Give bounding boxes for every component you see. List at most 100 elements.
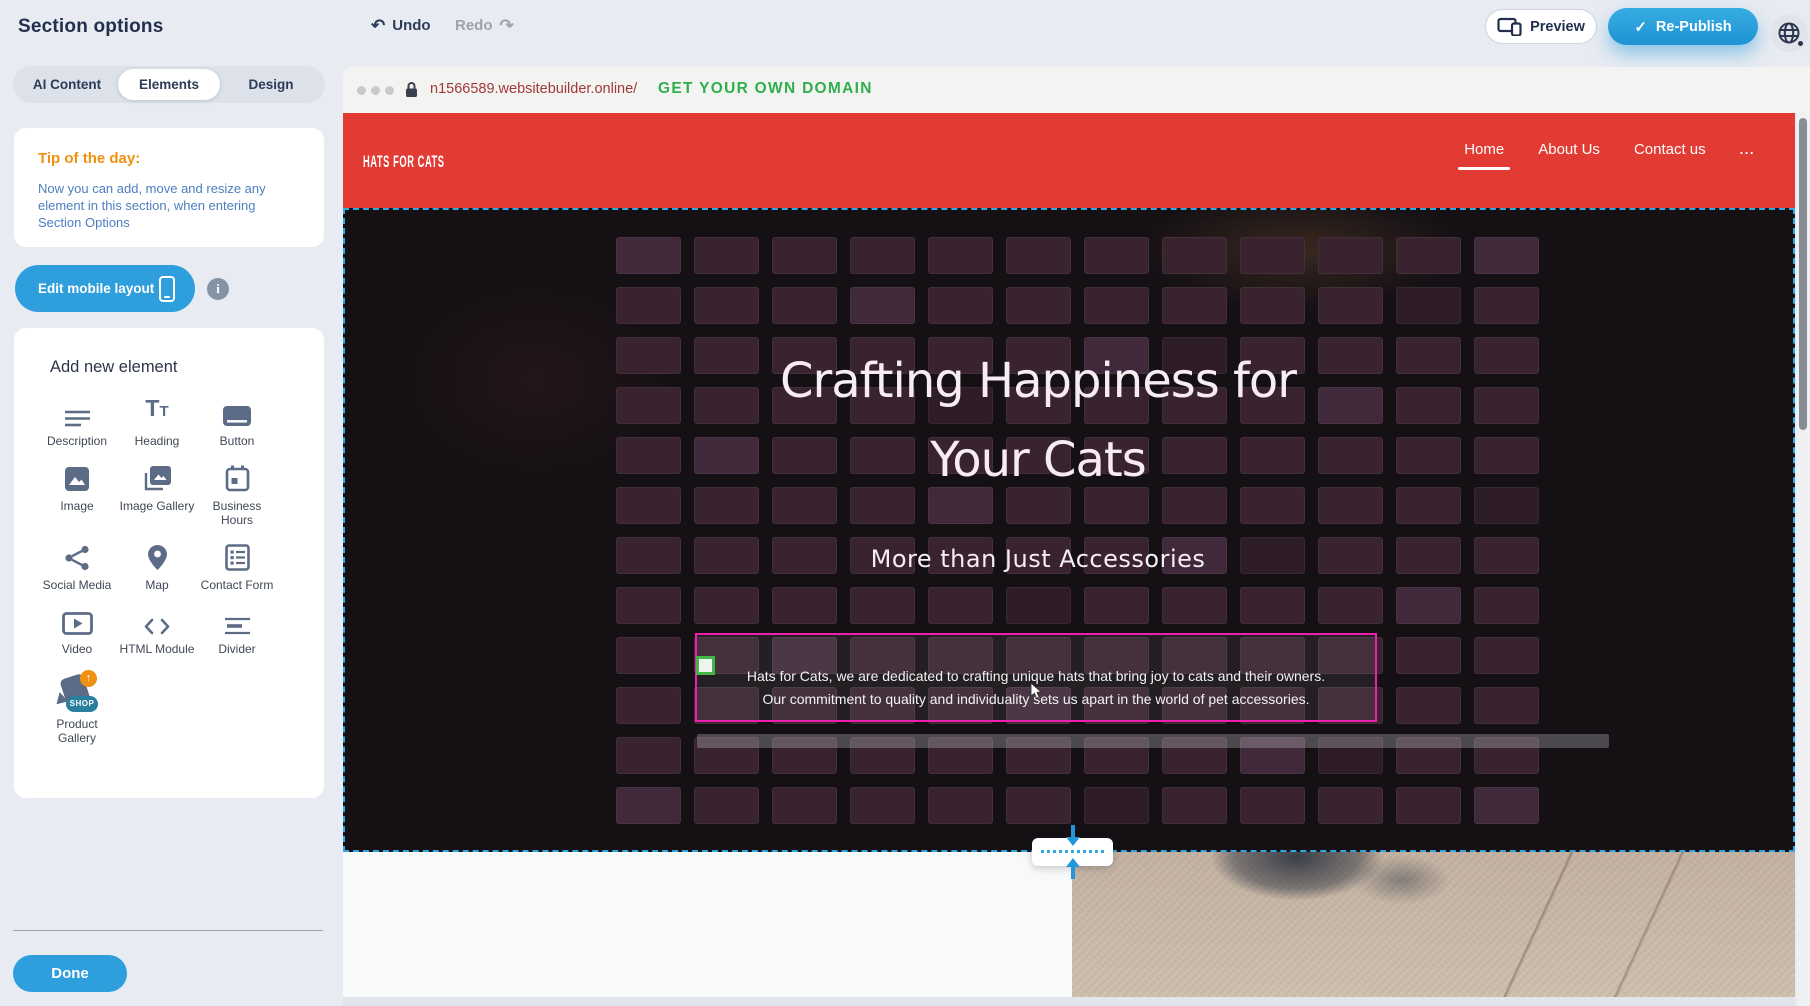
next-section-background[interactable] bbox=[343, 852, 1072, 1006]
social-media-icon bbox=[37, 541, 117, 571]
preview-button[interactable]: Preview bbox=[1485, 9, 1597, 44]
element-image[interactable]: Image bbox=[37, 462, 117, 528]
selected-text-element[interactable]: Hats for Cats, we are dedicated to craft… bbox=[695, 633, 1377, 722]
hero-tile bbox=[694, 237, 759, 274]
element-divider[interactable]: Divider bbox=[197, 605, 277, 657]
info-icon[interactable]: i bbox=[207, 278, 229, 300]
browser-bar: n1566589.websitebuilder.online/ GET YOUR… bbox=[343, 67, 1810, 113]
element-label: Image Gallery bbox=[117, 499, 197, 514]
arrow-up-icon bbox=[1066, 858, 1080, 879]
language-globe-button[interactable] bbox=[1770, 14, 1808, 52]
selection-resize-handle-green[interactable] bbox=[696, 656, 715, 675]
heading-icon: TT bbox=[117, 397, 197, 427]
redo-button[interactable]: Redo ↷ bbox=[455, 17, 514, 34]
hero-subheading[interactable]: More than Just Accessories bbox=[345, 545, 1731, 573]
hero-tile bbox=[1084, 237, 1149, 274]
hero-tile bbox=[1006, 587, 1071, 624]
element-product-gallery[interactable]: ↑ SHOP Product Gallery bbox=[37, 670, 117, 746]
undo-button[interactable]: ↶ Undo bbox=[371, 17, 431, 34]
site-logo[interactable]: HATS FOR CATS bbox=[363, 152, 445, 172]
hero-tile bbox=[616, 287, 681, 324]
tip-of-the-day-card: Tip of the day: Now you can add, move an… bbox=[14, 128, 324, 247]
element-label: Description bbox=[37, 434, 117, 449]
hero-tile bbox=[1318, 787, 1383, 824]
video-icon bbox=[37, 605, 117, 635]
edit-mobile-label: Edit mobile layout bbox=[38, 281, 154, 296]
hero-tile bbox=[1396, 637, 1461, 674]
hero-tile bbox=[1396, 587, 1461, 624]
tab-elements[interactable]: Elements bbox=[118, 69, 220, 100]
hero-tile bbox=[850, 787, 915, 824]
hero-tile bbox=[1240, 787, 1305, 824]
undo-label: Undo bbox=[392, 17, 430, 34]
element-label: Product Gallery bbox=[37, 717, 117, 746]
product-gallery-icon: ↑ SHOP bbox=[37, 670, 117, 710]
button-icon bbox=[197, 397, 277, 427]
element-html-module[interactable]: HTML Module bbox=[117, 605, 197, 657]
done-button[interactable]: Done bbox=[13, 955, 127, 992]
site-url[interactable]: n1566589.websitebuilder.online/ bbox=[430, 81, 637, 97]
hero-tile bbox=[928, 787, 993, 824]
hero-section[interactable]: Crafting Happiness for Your Cats More th… bbox=[343, 208, 1795, 852]
hero-tile bbox=[1240, 237, 1305, 274]
edit-mobile-layout-button[interactable]: Edit mobile layout bbox=[15, 265, 195, 312]
section-height-resize-handle[interactable] bbox=[1032, 838, 1113, 866]
element-business-hours[interactable]: Business Hours bbox=[197, 462, 277, 528]
mouse-cursor bbox=[1030, 683, 1045, 700]
browser-window-dots bbox=[357, 86, 394, 95]
element-heading[interactable]: TT Heading bbox=[117, 397, 197, 449]
element-label: Divider bbox=[197, 642, 277, 657]
element-grid: Description TT Heading Button Image Imag… bbox=[14, 397, 324, 746]
element-label: HTML Module bbox=[117, 642, 197, 657]
nav-home[interactable]: Home bbox=[1464, 141, 1504, 158]
page-title: Section options bbox=[18, 16, 164, 38]
shop-badge: SHOP bbox=[66, 696, 98, 712]
site-nav: Home About Us Contact us ... bbox=[1464, 141, 1755, 158]
preview-scrollbar[interactable] bbox=[1797, 113, 1810, 1006]
hero-tile bbox=[1474, 237, 1539, 274]
hero-heading[interactable]: Crafting Happiness for Your Cats bbox=[345, 342, 1731, 500]
hero-tile bbox=[850, 237, 915, 274]
element-description[interactable]: Description bbox=[37, 397, 117, 449]
nav-about-us[interactable]: About Us bbox=[1538, 141, 1600, 158]
hero-tile bbox=[1318, 287, 1383, 324]
element-map[interactable]: Map bbox=[117, 541, 197, 593]
site-header[interactable]: HATS FOR CATS Home About Us Contact us .… bbox=[343, 113, 1795, 208]
hero-tile bbox=[772, 787, 837, 824]
element-label: Contact Form bbox=[197, 578, 277, 593]
hero-heading-line1: Crafting Happiness for bbox=[345, 342, 1731, 421]
hero-tile bbox=[850, 587, 915, 624]
tab-design[interactable]: Design bbox=[220, 69, 322, 100]
image-icon bbox=[37, 462, 117, 492]
globe-badge-dot bbox=[1798, 41, 1803, 46]
nav-contact-us[interactable]: Contact us bbox=[1634, 141, 1706, 158]
nav-more[interactable]: ... bbox=[1740, 142, 1755, 157]
tab-ai-content[interactable]: AI Content bbox=[16, 69, 118, 100]
scrollbar-thumb[interactable] bbox=[1799, 118, 1807, 430]
upload-arrow-icon: ↑ bbox=[80, 670, 97, 687]
tip-body: Now you can add, move and resize any ele… bbox=[38, 180, 300, 231]
pavement-photo[interactable] bbox=[1072, 852, 1795, 997]
hero-tile bbox=[1162, 787, 1227, 824]
hero-tile bbox=[1474, 787, 1539, 824]
html-module-icon bbox=[117, 605, 197, 635]
hero-tile bbox=[616, 737, 681, 774]
element-image-gallery[interactable]: Image Gallery bbox=[117, 462, 197, 528]
phone-icon bbox=[159, 276, 175, 302]
hero-tile bbox=[616, 237, 681, 274]
hero-tile bbox=[694, 787, 759, 824]
republish-label: Re-Publish bbox=[1656, 19, 1732, 35]
page-bottom-strip bbox=[343, 997, 1795, 1006]
element-social-media[interactable]: Social Media bbox=[37, 541, 117, 593]
republish-button[interactable]: ✓ Re-Publish bbox=[1608, 8, 1758, 45]
get-domain-link[interactable]: GET YOUR OWN DOMAIN bbox=[658, 80, 873, 98]
element-contact-form[interactable]: Contact Form bbox=[197, 541, 277, 593]
hero-tile bbox=[616, 687, 681, 724]
element-video[interactable]: Video bbox=[37, 605, 117, 657]
hero-tile bbox=[1162, 237, 1227, 274]
element-label: Business Hours bbox=[197, 499, 277, 528]
hero-tile bbox=[616, 587, 681, 624]
hero-tile bbox=[1474, 687, 1539, 724]
hero-tile bbox=[1006, 787, 1071, 824]
element-button[interactable]: Button bbox=[197, 397, 277, 449]
